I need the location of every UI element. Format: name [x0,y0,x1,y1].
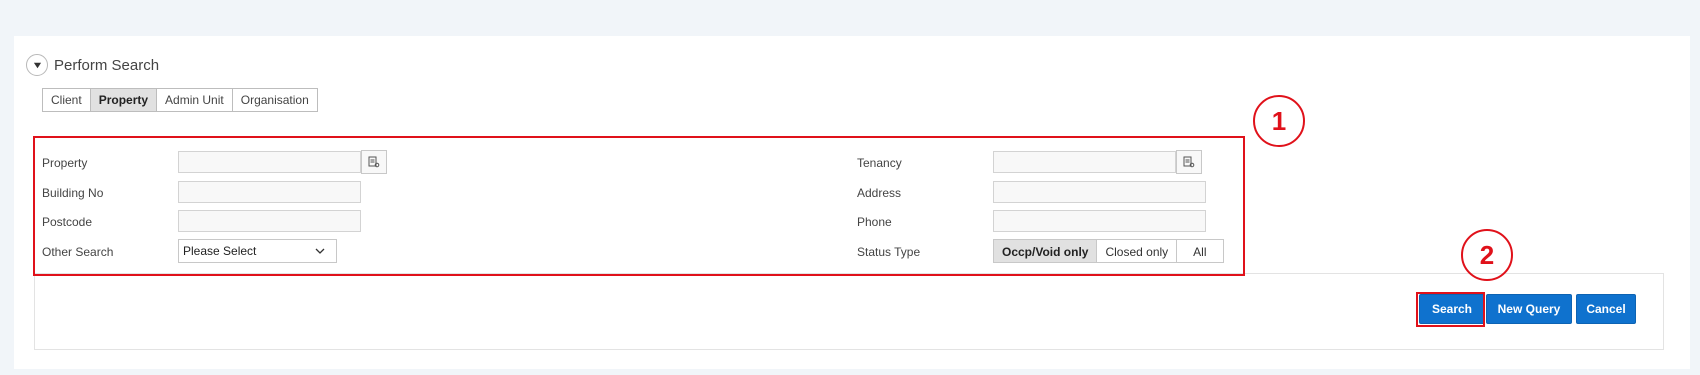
annotation-callout-1: 1 [1253,95,1305,147]
tab-property[interactable]: Property [89,88,158,112]
search-tabs: Client Property Admin Unit Organisation [42,88,318,112]
annotation-box-form [33,136,1245,276]
tab-organisation[interactable]: Organisation [231,88,318,112]
tab-admin-unit[interactable]: Admin Unit [156,88,233,112]
tab-client[interactable]: Client [42,88,91,112]
triangle-down-icon [33,62,41,68]
collapse-toggle[interactable] [26,54,48,76]
annotation-callout-2: 2 [1461,229,1513,281]
cancel-button[interactable]: Cancel [1576,294,1636,324]
section-title: Perform Search [54,56,160,74]
new-query-button[interactable]: New Query [1486,294,1572,324]
annotation-box-search [1416,292,1485,327]
section-header: Perform Search [26,54,159,76]
